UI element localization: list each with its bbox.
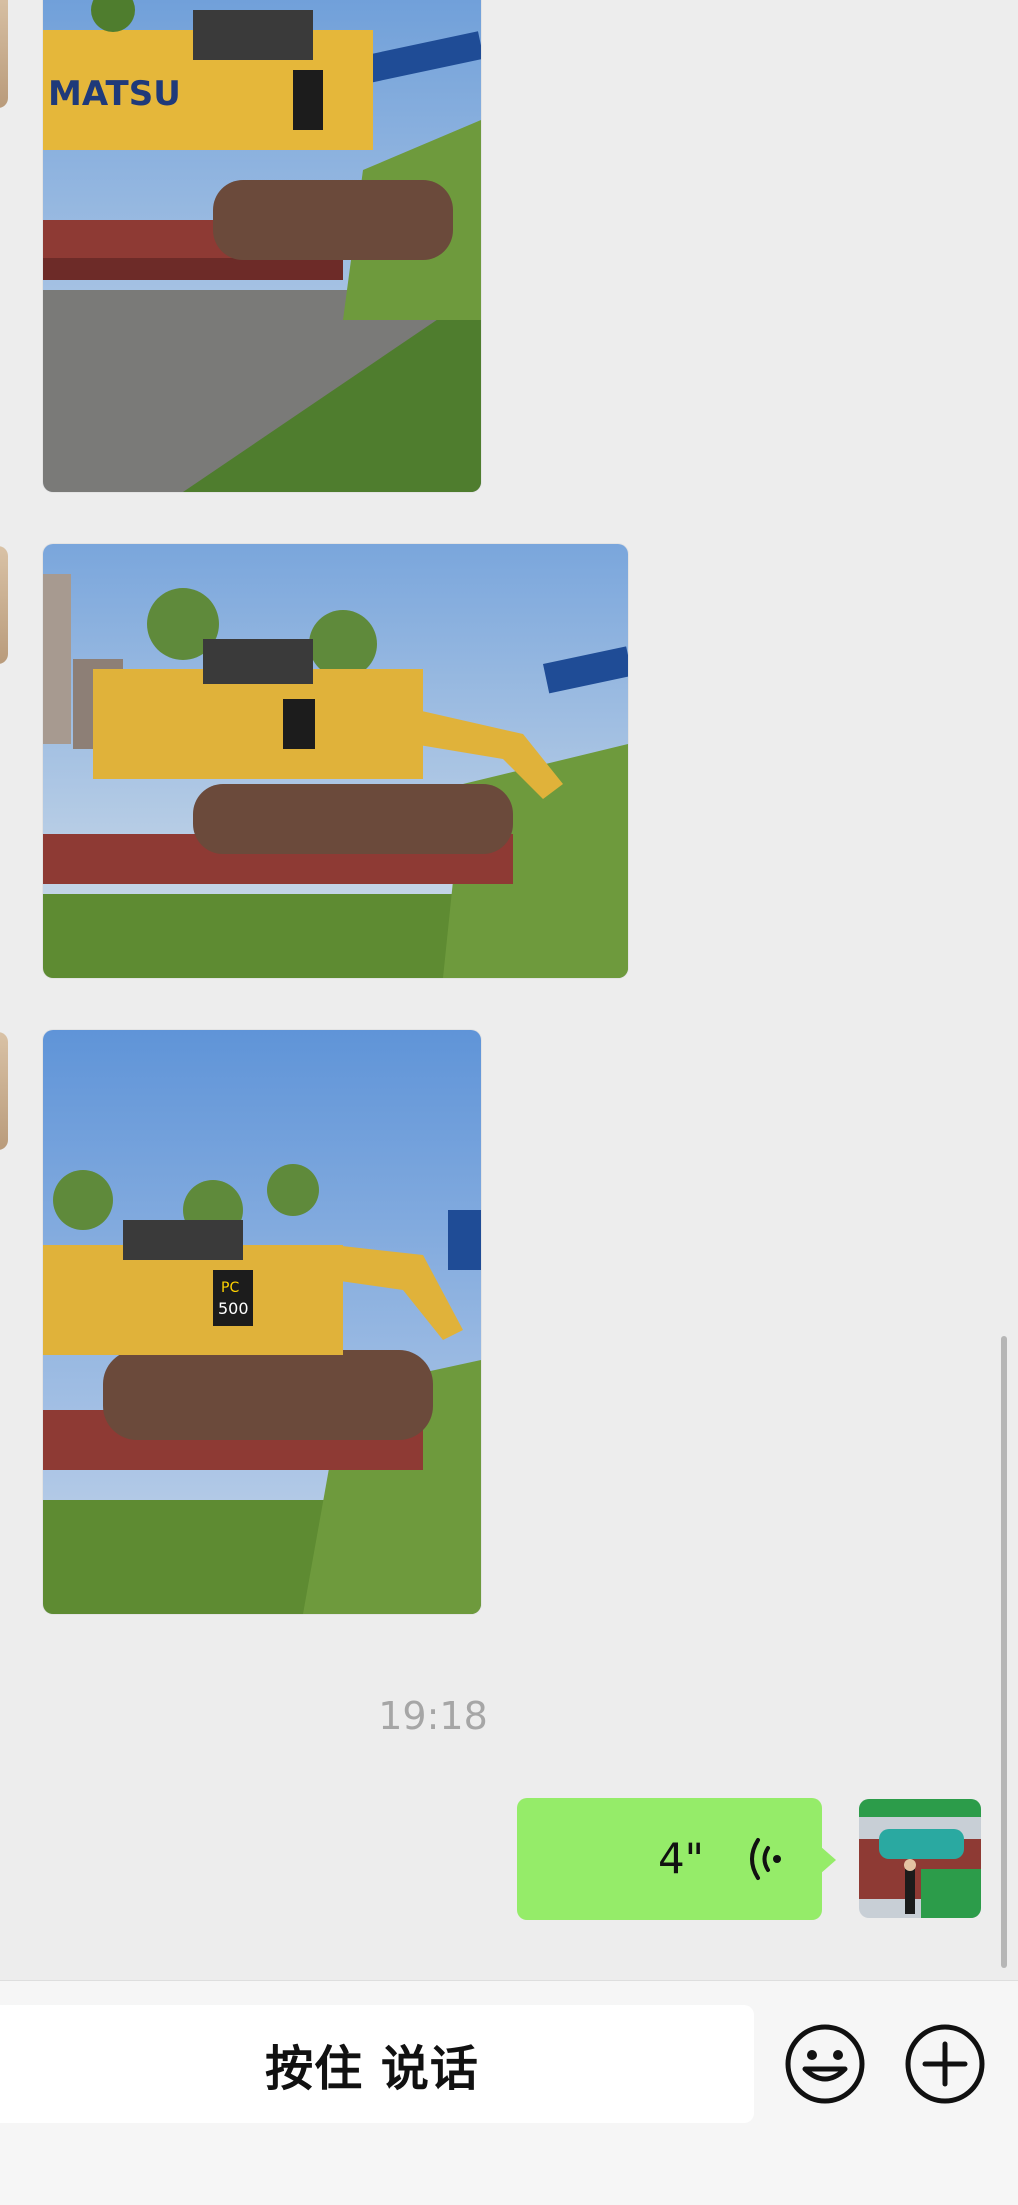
self-avatar[interactable]: [859, 1799, 981, 1918]
image-message[interactable]: PC 500: [43, 1030, 481, 1614]
contact-avatar[interactable]: [0, 1032, 8, 1150]
svg-text:500: 500: [218, 1299, 249, 1318]
scrollbar[interactable]: [1001, 1336, 1007, 1968]
emoji-icon[interactable]: [784, 2023, 866, 2105]
message-timestamp: 19:18: [378, 1694, 488, 1738]
svg-text:MATSU: MATSU: [48, 74, 181, 114]
voice-duration: 4": [657, 1834, 704, 1883]
voice-message-bubble[interactable]: 4": [517, 1798, 836, 1920]
chat-message-list[interactable]: MATSU PC 500 19:18 4": [0, 0, 1018, 1980]
plus-icon[interactable]: [904, 2023, 986, 2105]
image-message[interactable]: MATSU: [43, 0, 481, 492]
contact-avatar[interactable]: [0, 0, 8, 108]
chat-input-bar: 按住 说话: [0, 1980, 1018, 2205]
hold-to-talk-button[interactable]: 按住 说话: [0, 2005, 754, 2123]
bubble-tail: [820, 1846, 836, 1874]
image-message[interactable]: [43, 544, 628, 978]
svg-text:PC: PC: [221, 1280, 239, 1296]
contact-avatar[interactable]: [0, 546, 8, 664]
voice-wave-icon: [750, 1838, 781, 1880]
